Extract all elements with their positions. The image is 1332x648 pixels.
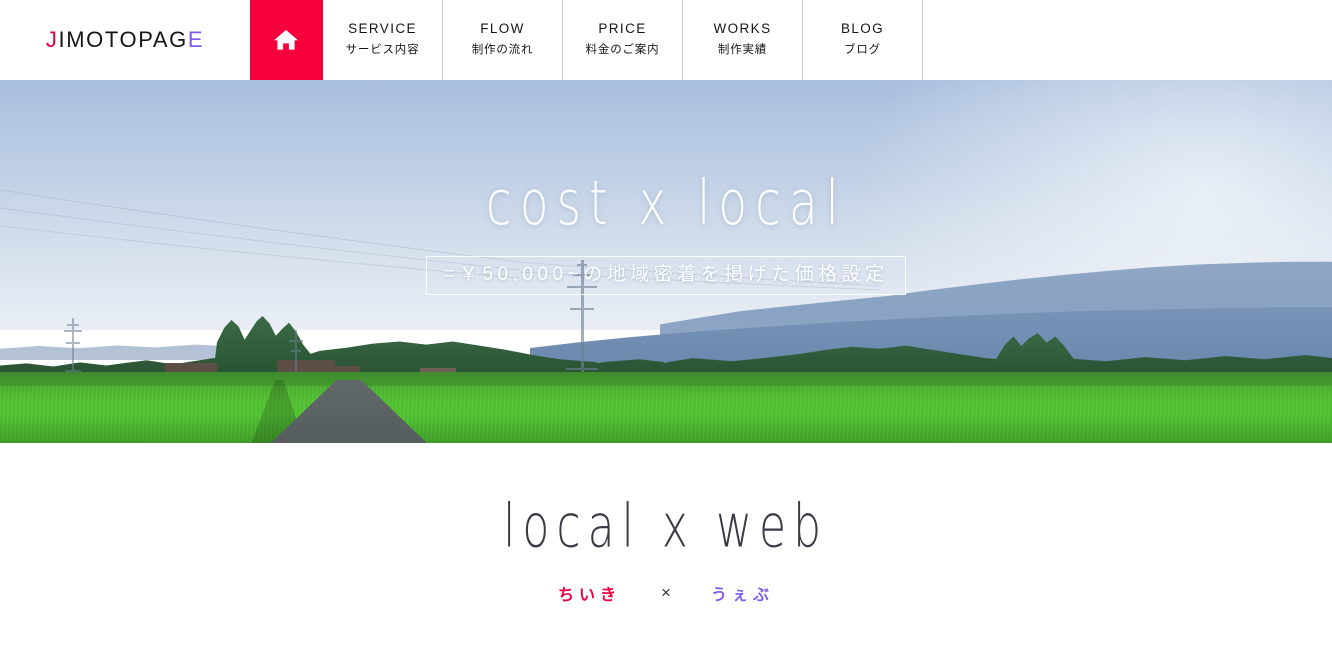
nav-item-home[interactable]: [250, 0, 323, 80]
nav-item-flow[interactable]: FLOW 制作の流れ: [443, 0, 563, 80]
nav-item-flow-jp: 制作の流れ: [471, 44, 534, 57]
hero-subtitle: =￥50,000~の地域密着を掲げた価格設定: [426, 256, 906, 295]
intro-reading-right: うぇぶ: [710, 587, 774, 604]
intro-reading-left: ちいき: [558, 587, 622, 604]
home-icon: [273, 28, 299, 52]
nav-list: SERVICE サービス内容 FLOW 制作の流れ PRICE 料金のご案内 W…: [250, 0, 923, 80]
nav-item-blog-en: BLOG: [840, 21, 885, 37]
nav-item-blog[interactable]: BLOG ブログ: [803, 0, 923, 80]
logo-last-letter: E: [187, 27, 205, 52]
site-logo[interactable]: JIMOTOPAGE: [0, 0, 250, 80]
nav-item-price-en: PRICE: [598, 21, 647, 37]
intro-title: local x web: [503, 491, 829, 561]
nav-item-flow-en: FLOW: [480, 21, 525, 37]
logo-first-letter: J: [45, 27, 59, 52]
intro-reading-row: ちいき × うぇぶ: [0, 581, 1332, 605]
nav-item-service-en: SERVICE: [348, 21, 417, 37]
site-header: JIMOTOPAGE SERVICE サービス内容 FLOW 制作の流れ PRI…: [0, 0, 1332, 80]
nav-item-works-jp: 制作実績: [717, 44, 768, 57]
hero-banner: cost x local =￥50,000~の地域密着を掲げた価格設定: [0, 80, 1332, 443]
nav-item-works-en: WORKS: [713, 21, 772, 37]
main-navigation: SERVICE サービス内容 FLOW 制作の流れ PRICE 料金のご案内 W…: [250, 0, 923, 80]
nav-item-blog-jp: ブログ: [844, 44, 881, 57]
intro-section: local x web ちいき × うぇぶ 『ホームページを作りたいけどWebの…: [0, 443, 1332, 648]
nav-item-service[interactable]: SERVICE サービス内容: [323, 0, 443, 80]
hero-title: cost x local: [485, 168, 847, 240]
nav-item-works[interactable]: WORKS 制作実績: [683, 0, 803, 80]
nav-item-price-jp: 料金のご案内: [585, 44, 660, 57]
logo-middle-letters: IMOTOPAG: [58, 27, 188, 52]
intro-reading-mark: ×: [661, 583, 671, 602]
logo-text: JIMOTOPAGE: [46, 27, 204, 53]
nav-item-price[interactable]: PRICE 料金のご案内: [563, 0, 683, 80]
hero-copy: cost x local =￥50,000~の地域密着を掲げた価格設定: [0, 80, 1332, 443]
nav-item-service-jp: サービス内容: [345, 44, 420, 57]
